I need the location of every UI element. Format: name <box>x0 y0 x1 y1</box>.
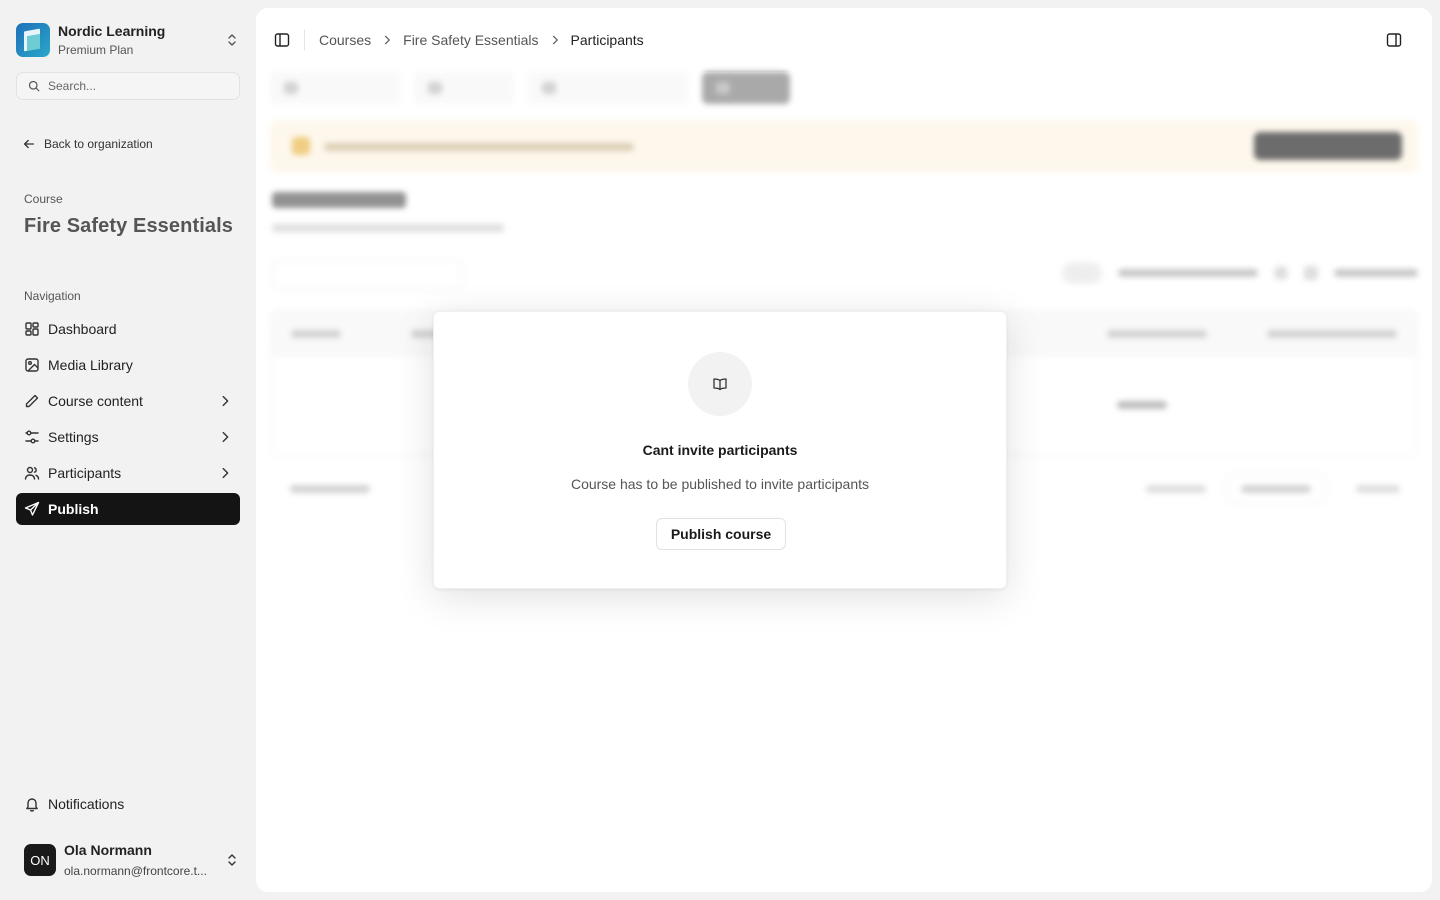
search-icon <box>28 80 40 92</box>
sidebar-item-label: Settings <box>48 429 99 445</box>
sidebar-item-label: Dashboard <box>48 321 117 337</box>
org-name: Nordic Learning <box>58 23 166 39</box>
main-panel: Courses Fire Safety Essentials Participa… <box>256 8 1432 892</box>
org-plan: Premium Plan <box>58 43 134 57</box>
panel-toggle-icon[interactable] <box>1386 32 1402 48</box>
top-bar: Courses Fire Safety Essentials Participa… <box>256 8 1432 72</box>
user-email: ola.normann@frontcore.t... <box>64 864 207 878</box>
sidebar: Nordic Learning Premium Plan Search... B… <box>0 0 256 900</box>
org-logo <box>16 23 50 57</box>
avatar: ON <box>24 844 56 876</box>
users-icon <box>24 466 40 480</box>
publish-course-button[interactable]: Publish course <box>656 518 786 550</box>
user-menu[interactable]: ON Ola Normann ola.normann@frontcore.t..… <box>24 838 240 882</box>
search-placeholder: Search... <box>48 79 97 93</box>
chevrons-up-down-icon <box>228 854 236 866</box>
back-label: Back to organization <box>44 137 153 151</box>
chevrons-up-down-icon <box>228 34 236 46</box>
search-input[interactable]: Search... <box>16 72 240 100</box>
sidebar-item-label: Publish <box>48 501 99 517</box>
sidebar-item-participants[interactable]: Participants <box>16 457 240 489</box>
dialog-description: Course has to be published to invite par… <box>570 476 870 492</box>
chevron-right-icon <box>222 395 229 407</box>
chevron-right-icon <box>222 467 229 479</box>
breadcrumb-courses[interactable]: Courses <box>319 32 371 48</box>
navigation-label: Navigation <box>24 289 81 303</box>
course-label: Course <box>24 192 63 206</box>
image-icon <box>25 358 39 372</box>
breadcrumb-course[interactable]: Fire Safety Essentials <box>403 32 538 48</box>
cant-invite-dialog: Cant invite participants Course has to b… <box>433 311 1007 589</box>
dashboard-icon <box>25 322 39 336</box>
user-name: Ola Normann <box>64 842 152 858</box>
sliders-icon <box>25 430 39 444</box>
sidebar-toggle-icon[interactable] <box>274 32 290 48</box>
chevron-right-icon <box>549 34 561 46</box>
org-switcher[interactable]: Nordic Learning Premium Plan <box>16 20 240 60</box>
sidebar-item-dashboard[interactable]: Dashboard <box>16 313 240 345</box>
divider <box>304 30 305 50</box>
sidebar-item-settings[interactable]: Settings <box>16 421 240 453</box>
course-title: Fire Safety Essentials <box>24 215 233 237</box>
sidebar-item-label: Participants <box>48 465 122 481</box>
sidebar-item-media-library[interactable]: Media Library <box>16 349 240 381</box>
chevron-right-icon <box>381 34 393 46</box>
notifications-label: Notifications <box>48 796 125 812</box>
back-to-organization-link[interactable]: Back to organization <box>22 137 153 151</box>
send-icon <box>24 501 40 516</box>
pencil-icon <box>25 394 39 408</box>
bell-icon <box>26 798 38 812</box>
notifications-button[interactable]: Notifications <box>24 796 124 812</box>
chevron-right-icon <box>222 431 229 443</box>
arrow-left-icon <box>23 139 35 149</box>
sidebar-item-course-content[interactable]: Course content <box>16 385 240 417</box>
sidebar-item-label: Course content <box>48 393 143 409</box>
breadcrumb: Courses Fire Safety Essentials Participa… <box>319 32 644 48</box>
breadcrumb-current: Participants <box>570 32 644 48</box>
sidebar-nav: Dashboard Media Library Course content S… <box>16 313 240 529</box>
dialog-title: Cant invite participants <box>642 442 798 458</box>
book-open-icon <box>688 352 752 416</box>
sidebar-item-label: Media Library <box>48 357 133 373</box>
sidebar-item-publish[interactable]: Publish <box>16 493 240 525</box>
